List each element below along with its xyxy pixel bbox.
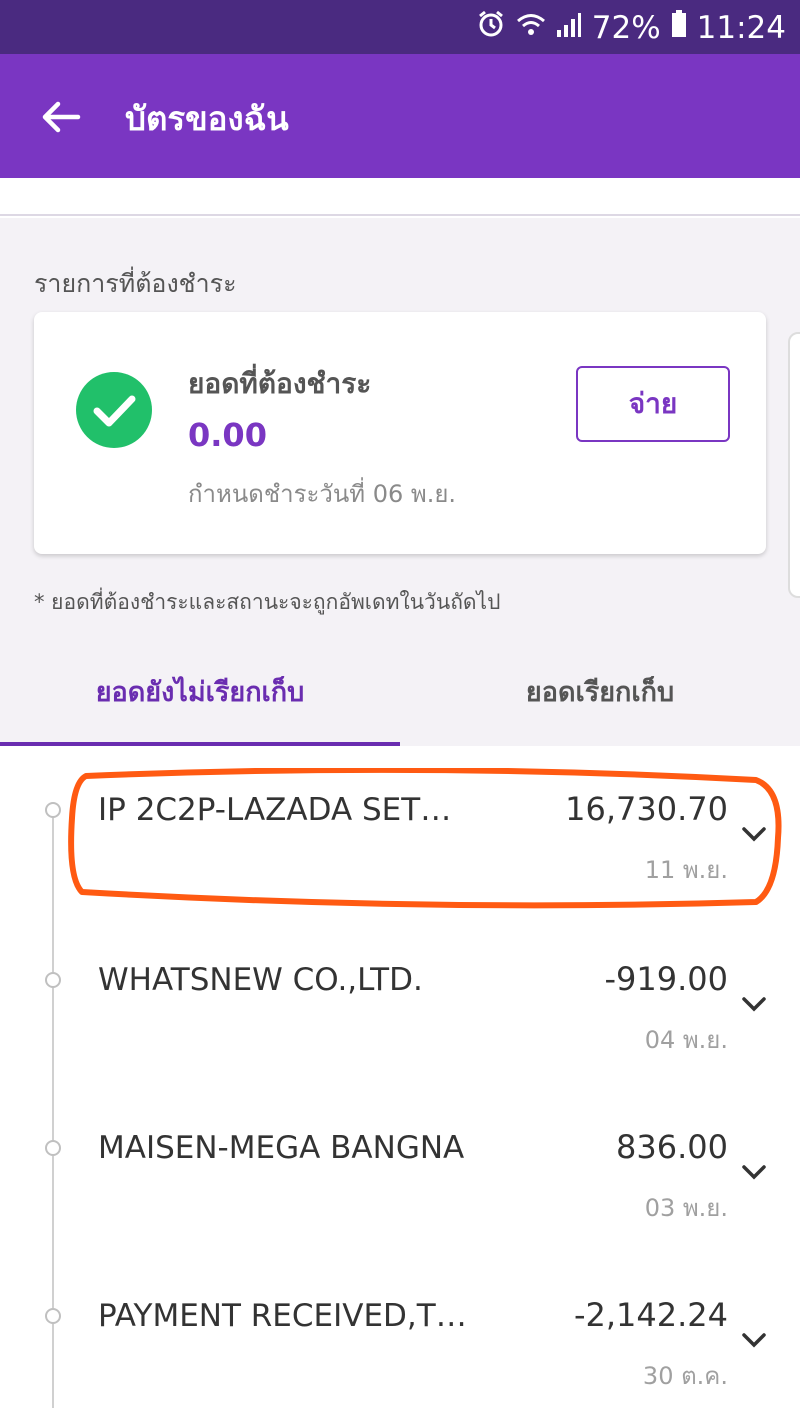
tab-billed[interactable]: ยอดเรียกเก็บ — [400, 636, 800, 746]
signal-icon — [556, 10, 582, 46]
next-card-peek[interactable] — [788, 332, 800, 598]
check-circle-icon — [76, 372, 152, 448]
list-item[interactable]: PAYMENT RECEIVED,T… -2,142.24 30 ต.ค. — [0, 1252, 800, 1422]
transaction-amount: 836.00 — [616, 1128, 728, 1166]
chevron-down-icon[interactable] — [740, 1158, 768, 1186]
arrow-left-icon — [42, 101, 81, 133]
status-time: 11:24 — [696, 10, 786, 46]
timeline-dot — [45, 972, 61, 988]
pay-button[interactable]: จ่าย — [576, 366, 730, 442]
chevron-down-icon[interactable] — [740, 820, 768, 848]
due-amount: 0.00 — [188, 416, 267, 454]
list-item[interactable]: WHATSNEW CO.,LTD. -919.00 04 พ.ย. — [0, 916, 800, 1086]
section-title: รายการที่ต้องชำระ — [34, 269, 237, 298]
status-bar: 72% 11:24 — [0, 0, 800, 54]
transaction-amount: -2,142.24 — [573, 1296, 728, 1334]
transaction-description: PAYMENT RECEIVED,T… — [98, 1298, 467, 1334]
wifi-icon — [516, 10, 546, 46]
transaction-amount: -919.00 — [604, 960, 728, 998]
footnote: * ยอดที่ต้องชำระและสถานะจะถูกอัพเดทในวัน… — [34, 590, 501, 614]
transaction-description: IP 2C2P-LAZADA SET… — [98, 792, 452, 828]
chevron-down-icon[interactable] — [740, 1326, 768, 1354]
tab-bar: ยอดยังไม่เรียกเก็บ ยอดเรียกเก็บ — [0, 636, 800, 746]
chevron-down-icon[interactable] — [740, 990, 768, 1018]
transaction-list: IP 2C2P-LAZADA SET… 16,730.70 11 พ.ย. WH… — [0, 746, 800, 1422]
transaction-description: MAISEN-MEGA BANGNA — [98, 1130, 465, 1166]
transaction-date: 11 พ.ย. — [644, 856, 728, 884]
transaction-date: 30 ต.ค. — [642, 1362, 728, 1390]
list-item[interactable]: IP 2C2P-LAZADA SET… 16,730.70 11 พ.ย. — [0, 746, 800, 916]
tab-unbilled[interactable]: ยอดยังไม่เรียกเก็บ — [0, 636, 400, 746]
transaction-date: 04 พ.ย. — [644, 1026, 728, 1054]
timeline-dot — [45, 802, 61, 818]
due-label: ยอดที่ต้องชำระ — [188, 367, 372, 400]
due-card: ยอดที่ต้องชำระ 0.00 กำหนดชำระวันที่ 06 พ… — [34, 312, 766, 554]
payment-summary-section: รายการที่ต้องชำระ ยอดที่ต้องชำระ 0.00 กำ… — [0, 218, 800, 746]
header-gap — [0, 178, 800, 216]
list-item[interactable]: MAISEN-MEGA BANGNA 836.00 03 พ.ย. — [0, 1084, 800, 1254]
app-bar: บัตรของฉัน — [0, 54, 800, 178]
battery-percent: 72% — [591, 10, 661, 46]
transaction-description: WHATSNEW CO.,LTD. — [98, 962, 423, 998]
alarm-icon — [476, 9, 506, 47]
page-title: บัตรของฉัน — [125, 99, 289, 138]
transaction-date: 03 พ.ย. — [644, 1194, 728, 1222]
transaction-amount: 16,730.70 — [565, 790, 728, 828]
timeline-dot — [45, 1308, 61, 1324]
timeline-dot — [45, 1140, 61, 1156]
battery-icon — [671, 10, 687, 46]
back-button[interactable] — [38, 94, 84, 140]
due-date: กำหนดชำระวันที่ 06 พ.ย. — [188, 480, 457, 508]
